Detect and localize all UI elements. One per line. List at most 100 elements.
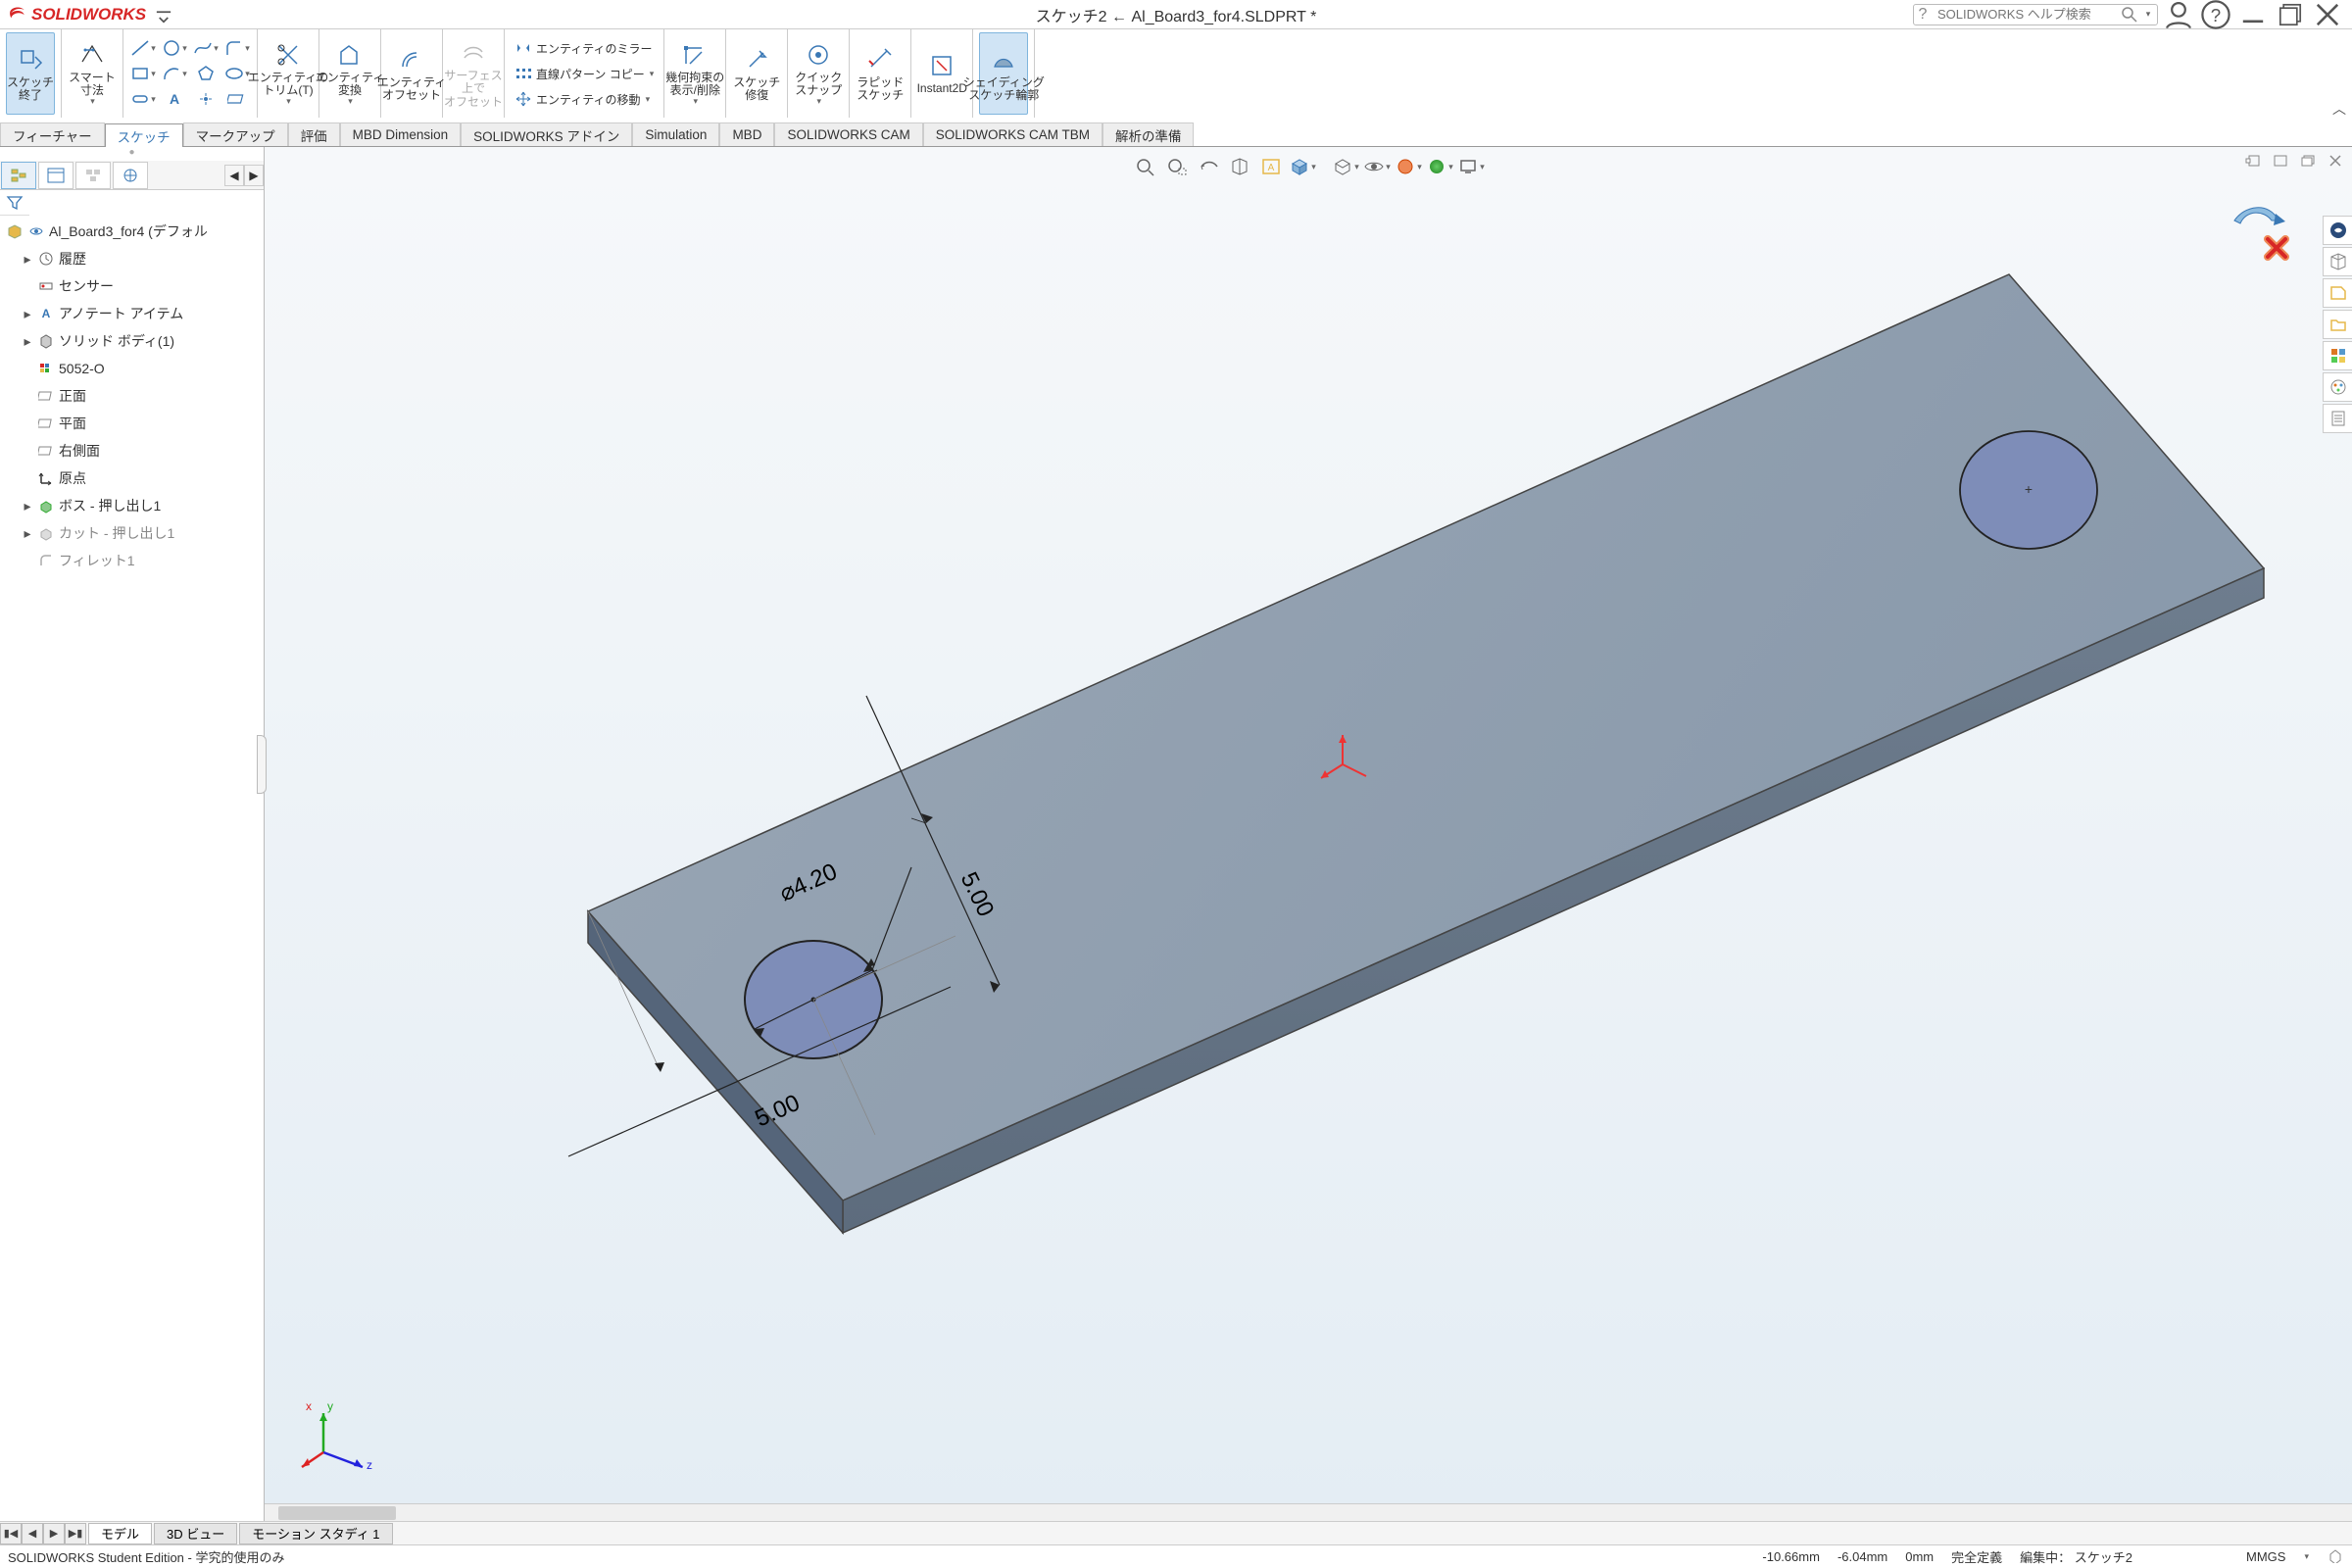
status-editing: 編集中： スケッチ2: [2020, 1547, 2132, 1566]
minimize-button[interactable]: [2236, 2, 2270, 27]
mirror-icon: [514, 39, 532, 57]
arc-tool[interactable]: ▾: [161, 62, 188, 85]
tree-material[interactable]: 5052-O: [0, 355, 264, 382]
exit-sketch-icon: [16, 45, 45, 74]
text-tool[interactable]: A: [161, 87, 188, 111]
feature-tree[interactable]: Al_Board3_for4 (デフォル ▸履歴 センサー ▸Aアノテート アイ…: [0, 216, 264, 1521]
tab-markup[interactable]: マークアップ: [183, 122, 288, 146]
shaded-label: シェイディング スケッチ輪郭: [963, 76, 1045, 102]
tab-first-button[interactable]: ▮◀: [0, 1523, 22, 1544]
tree-right-plane[interactable]: 右側面: [0, 437, 264, 465]
status-units[interactable]: MMGS: [2246, 1549, 2285, 1564]
quick-access-dropdown-icon[interactable]: [154, 8, 168, 22]
smart-dimension-button[interactable]: スマート 寸法▾: [68, 32, 117, 115]
tab-next-button[interactable]: ▶: [43, 1523, 65, 1544]
close-button[interactable]: [2311, 2, 2344, 27]
tree-root[interactable]: Al_Board3_for4 (デフォル: [0, 218, 264, 245]
rectangle-tool[interactable]: ▾: [129, 62, 157, 85]
user-icon[interactable]: [2162, 2, 2195, 27]
tree-fillet[interactable]: フィレット1: [0, 547, 264, 574]
sensor-icon: [37, 277, 55, 295]
tab-sw-addins[interactable]: SOLIDWORKS アドイン: [461, 122, 632, 146]
search-dropdown-icon[interactable]: ▾: [2139, 6, 2157, 24]
ribbon: スケッチ 終了 スマート 寸法▾ ▾ ▾ ▾ ▾ ▾ ▾ ▾ ▾ A: [0, 29, 2352, 147]
status-coord-z: 0mm: [1905, 1549, 1934, 1564]
offset-entities-button[interactable]: エンティティ オフセット: [387, 32, 436, 115]
repair-sketch-button[interactable]: スケッチ 修復: [732, 32, 781, 115]
help-search-input[interactable]: [1932, 7, 2121, 22]
tree-solid-bodies[interactable]: ▸ソリッド ボディ(1): [0, 327, 264, 355]
constraints-button[interactable]: 幾何拘束の 表示/削除▾: [670, 32, 719, 115]
status-coord-x: -10.66mm: [1762, 1549, 1820, 1564]
extrude-icon: [37, 497, 55, 514]
panel-grip-icon[interactable]: ●: [0, 147, 264, 161]
panel-next-button[interactable]: ▶: [244, 165, 264, 186]
ribbon-collapse-icon[interactable]: ︿: [2332, 99, 2346, 119]
tab-analysis-prep[interactable]: 解析の準備: [1102, 122, 1195, 146]
tab-sketch[interactable]: スケッチ: [105, 123, 183, 147]
tree-cut-extrude[interactable]: ▸カット - 押し出し1: [0, 519, 264, 547]
svg-text:A: A: [170, 91, 179, 107]
linear-pattern-button[interactable]: 直線パターン コピー▾: [511, 61, 658, 86]
exit-sketch-button[interactable]: スケッチ 終了: [6, 32, 55, 115]
panel-prev-button[interactable]: ◀: [224, 165, 244, 186]
property-manager-tab[interactable]: [38, 162, 74, 189]
plane-icon: [37, 442, 55, 460]
tab-mbd-dimension[interactable]: MBD Dimension: [340, 122, 462, 146]
tab-sw-cam[interactable]: SOLIDWORKS CAM: [774, 122, 922, 146]
trim-button[interactable]: エンティティの トリム(T)▾: [264, 32, 313, 115]
trim-icon: [273, 40, 303, 70]
feature-manager-panel: ● ◀ ▶ Al_Board3_for4 (デフォル ▸履歴 センサー ▸Aアノ…: [0, 147, 265, 1521]
units-dropdown-icon[interactable]: ▾: [2304, 1551, 2309, 1562]
shaded-sketch-button[interactable]: シェイディング スケッチ輪郭: [979, 32, 1028, 115]
search-icon[interactable]: [2121, 6, 2138, 24]
fillet-tool[interactable]: ▾: [223, 36, 251, 60]
tab-features[interactable]: フィーチャー: [0, 122, 105, 146]
slot-tool[interactable]: ▾: [129, 87, 157, 111]
tab-prev-button[interactable]: ◀: [22, 1523, 43, 1544]
reference-triad[interactable]: x y z: [294, 1398, 382, 1482]
horizontal-scrollbar[interactable]: [265, 1503, 2352, 1521]
tab-sw-cam-tbm[interactable]: SOLIDWORKS CAM TBM: [923, 122, 1102, 146]
line-tool[interactable]: ▾: [129, 36, 157, 60]
tree-annotations[interactable]: ▸Aアノテート アイテム: [0, 300, 264, 327]
status-coord-y: -6.04mm: [1838, 1549, 1887, 1564]
tree-boss-extrude[interactable]: ▸ボス - 押し出し1: [0, 492, 264, 519]
tab-motion-study[interactable]: モーション スタディ 1: [239, 1523, 392, 1544]
tree-top-plane[interactable]: 平面: [0, 410, 264, 437]
rapid-icon: [865, 45, 895, 74]
tree-origin[interactable]: 原点: [0, 465, 264, 492]
tab-mbd[interactable]: MBD: [719, 122, 774, 146]
smart-dimension-icon: [77, 40, 107, 70]
quick-snap-button[interactable]: クイックスナップ▾: [794, 32, 843, 115]
polygon-tool[interactable]: [192, 62, 220, 85]
tree-history[interactable]: ▸履歴: [0, 245, 264, 272]
help-search[interactable]: ? ▾: [1913, 4, 2158, 25]
tab-model[interactable]: モデル: [88, 1523, 152, 1544]
surface-offset-label: サーフェス 上で オフセット: [444, 70, 503, 109]
tab-simulation[interactable]: Simulation: [632, 122, 719, 146]
tree-filter-icon[interactable]: [0, 190, 29, 216]
status-rebuild-icon[interactable]: [2327, 1547, 2344, 1566]
circle-tool[interactable]: ▾: [161, 36, 188, 60]
mirror-entities-button[interactable]: エンティティのミラー: [511, 35, 657, 61]
point-tool[interactable]: [192, 87, 220, 111]
tab-3d-view[interactable]: 3D ビュー: [154, 1523, 237, 1544]
help-button[interactable]: ?: [2199, 2, 2232, 27]
configuration-tab[interactable]: [75, 162, 111, 189]
tree-sensors[interactable]: センサー: [0, 272, 264, 300]
feature-tree-tab[interactable]: [1, 162, 36, 189]
rapid-sketch-button[interactable]: ラピッドスケッチ: [856, 32, 905, 115]
tab-evaluate[interactable]: 評価: [288, 122, 340, 146]
move-entities-button[interactable]: エンティティの移動▾: [511, 86, 654, 112]
spline-tool[interactable]: ▾: [192, 36, 220, 60]
convert-entities-button[interactable]: エンティティ 変換▾: [325, 32, 374, 115]
restore-button[interactable]: [2274, 2, 2307, 27]
graphics-viewport[interactable]: A ▾ ▾ ▾ ▾ ▾ ▾: [265, 147, 2352, 1521]
triad-y-label: y: [327, 1399, 333, 1413]
instant2d-button[interactable]: Instant2D: [917, 32, 966, 115]
dimxpert-tab[interactable]: [113, 162, 148, 189]
tab-last-button[interactable]: ▶▮: [65, 1523, 86, 1544]
tree-front-plane[interactable]: 正面: [0, 382, 264, 410]
help-icon: ?: [1914, 6, 1932, 24]
